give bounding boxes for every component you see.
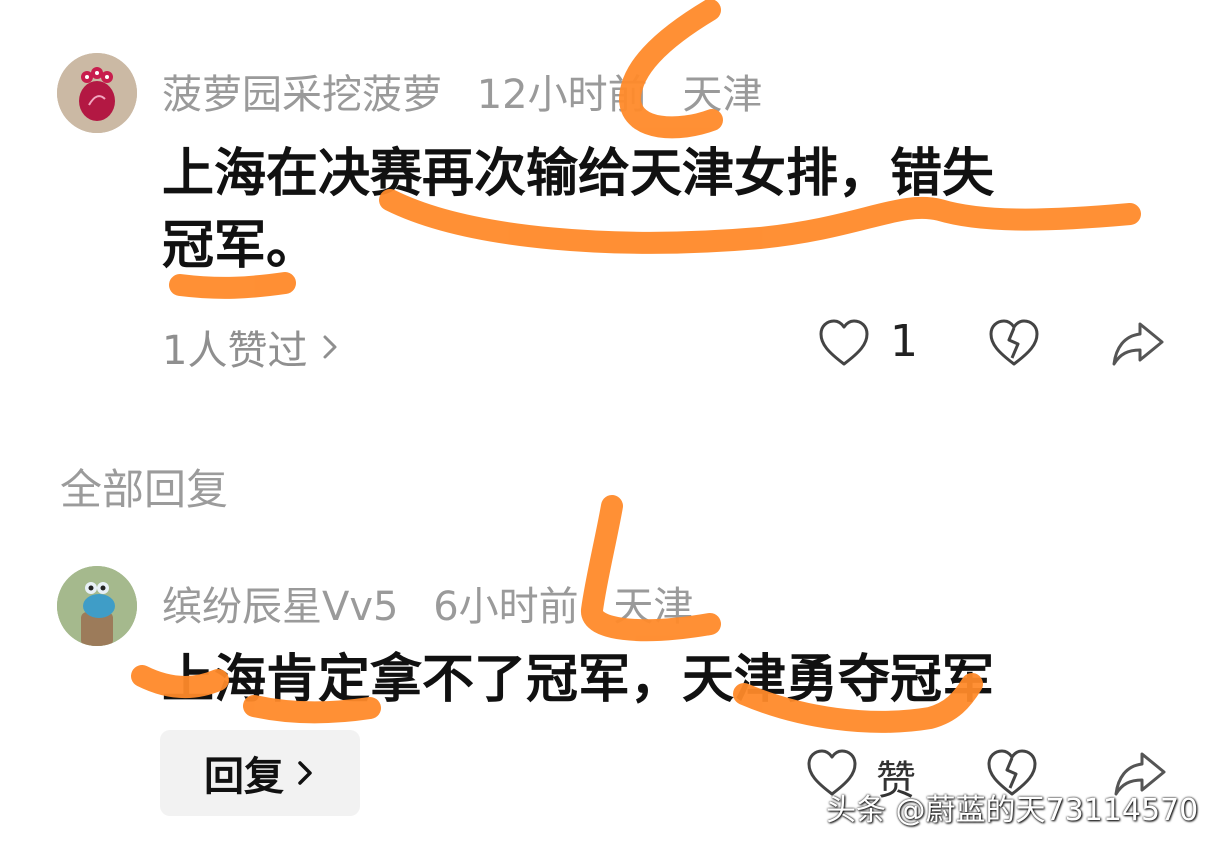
marker-stroke-underline-guanjun (169, 272, 296, 299)
like-button[interactable] (818, 318, 870, 372)
share-button[interactable] (1110, 320, 1166, 372)
section-title-all-replies: 全部回复 (60, 465, 229, 514)
reply-meta: 缤纷辰星Vv5 6小时前 天津 (162, 574, 693, 632)
highlight-marker-overlay (131, 0, 1141, 733)
comment-location: 天津 (682, 72, 763, 118)
broken-heart-icon (989, 319, 1039, 366)
reply-button[interactable]: 回复 (160, 730, 360, 816)
watermark: 头条 @蔚蓝的天73114570 (826, 793, 1199, 828)
avatar-flower-image (57, 53, 137, 133)
avatar-character-image (57, 566, 137, 646)
comment-text: 上海在决赛再次输给天津女排，错失 冠军。 (162, 138, 1162, 282)
dislike-button[interactable] (988, 318, 1040, 372)
likes-link[interactable]: 1人赞过 (162, 318, 341, 376)
reply-author[interactable]: 缤纷辰星Vv5 (162, 584, 398, 630)
comment-text-line1: 上海在决赛再次输给天津女排，错失 (162, 144, 995, 204)
chevron-right-icon (323, 335, 337, 359)
like-count: 1 (890, 316, 918, 367)
reply-time: 6小时前 (433, 584, 579, 630)
heart-icon (819, 319, 869, 366)
comment-meta: 菠萝园采挖菠萝 12小时前 天津 (162, 62, 762, 120)
share-icon (1112, 322, 1164, 366)
comment-time: 12小时前 (476, 72, 648, 118)
comment-text-line2: 冠军。 (162, 216, 319, 276)
reply-location: 天津 (613, 584, 694, 630)
chevron-right-icon (298, 761, 312, 785)
comment-avatar[interactable] (57, 53, 137, 133)
reply-text: 上海肯定拿不了冠军，天津勇夺冠军 (162, 650, 995, 710)
reply-button-label: 回复 (204, 754, 284, 800)
reply-avatar[interactable] (57, 566, 137, 646)
likes-link-label: 1人赞过 (162, 328, 308, 374)
comment-author[interactable]: 菠萝园采挖菠萝 (162, 72, 442, 118)
